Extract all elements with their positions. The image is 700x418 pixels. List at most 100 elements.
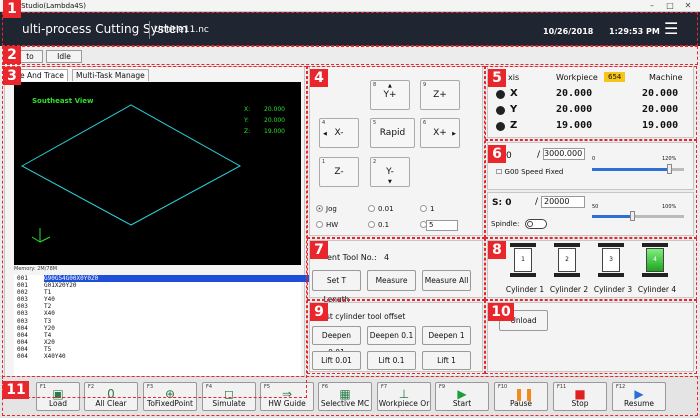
tool-no-label: ent Tool No.: — [327, 253, 377, 262]
cylinder-4-icon[interactable]: 4 — [642, 243, 668, 283]
radio-circle-icon — [368, 205, 375, 212]
fkey-f7-button[interactable]: F7 ⊥ Workpiece Or — [377, 382, 431, 411]
gcode-line[interactable]: 003 X40 — [14, 310, 301, 317]
fkey-f6-button[interactable]: F6 ▦ Selective MC — [318, 382, 372, 411]
g00-checkbox[interactable]: ☐ G00 Speed Fixed — [496, 168, 563, 176]
fkey-f9-button[interactable]: F9 ▶ Start — [435, 382, 489, 411]
jog-y-minus-button[interactable]: 2 Y- ▼ — [370, 157, 410, 187]
jog-x-minus-button[interactable]: 4 X- ◀ — [319, 118, 359, 148]
tab-trace[interactable]: e And Trace — [16, 69, 68, 81]
jog-key-number: 1 — [322, 159, 326, 165]
cylinder-base — [642, 273, 668, 277]
step-option-0-01[interactable]: 0.01 — [368, 204, 394, 214]
fkey-f11-button[interactable]: F11 ■ Stop — [553, 382, 607, 411]
deepen-1-button[interactable]: Deepen 1 — [422, 326, 471, 345]
feed-slider[interactable] — [592, 164, 684, 174]
fkey-f12-button[interactable]: F12 ▶ Resume — [612, 382, 666, 411]
axis-y-machine: 20.000 — [642, 104, 679, 115]
gcode-line[interactable]: 001 G01X20Y20 — [14, 282, 301, 289]
gcode-line[interactable]: 004 X40Y40 — [14, 353, 301, 360]
cylinder-2-icon[interactable]: 2 — [554, 243, 580, 283]
jog-rapid-button[interactable]: 5 Rapid — [370, 118, 415, 148]
gcode-line[interactable]: 004 Y20 — [14, 325, 301, 332]
fkey-label: Resume — [623, 399, 655, 408]
gcode-line[interactable]: 003 T3 — [14, 318, 301, 325]
cylinder-1-icon[interactable]: 1 — [510, 243, 536, 283]
machine-header: Machine — [649, 73, 683, 82]
lift-0-1-button[interactable]: Lift 0.1 — [367, 351, 416, 370]
custom-step-input[interactable]: 5 — [426, 220, 458, 231]
jog-key-number: 8 — [373, 82, 377, 88]
cylinder-base — [598, 273, 624, 277]
spindle-speed-input[interactable]: 20000 — [541, 196, 585, 208]
spindle-slider[interactable] — [592, 211, 684, 221]
axis-z-label: Z — [510, 120, 518, 131]
step-option-label: 1 — [430, 205, 435, 213]
gcode-line-number: 002 — [17, 289, 28, 297]
set-tool-length-button[interactable]: Set T Length — [312, 270, 361, 304]
fkey-f2-button[interactable]: F2 0 All Clear — [84, 382, 138, 411]
radio-circle-icon — [316, 221, 323, 228]
minimize-icon[interactable]: – — [644, 0, 660, 12]
radio-circle-icon — [420, 205, 427, 212]
app-header: ulti-process Cutting System Untitle11.nc… — [0, 12, 700, 46]
gcode-line[interactable]: 002 T1 — [14, 289, 301, 296]
lift-0-01-button[interactable]: Lift 0.01 — [312, 351, 361, 370]
gcode-line-code: X40Y40 — [44, 353, 66, 361]
badge-5: 5 — [488, 69, 506, 87]
axis-z-machine: 19.000 — [642, 120, 679, 131]
fkey-label: Stop — [571, 399, 589, 408]
jog-key-number: 9 — [423, 82, 427, 88]
step-option-1[interactable]: 1 — [420, 204, 434, 214]
header-time: 1:29:53 PM — [609, 27, 660, 36]
cylinder-body: 3 — [602, 248, 620, 272]
step-option-label: 0.01 — [378, 205, 394, 213]
hamburger-menu-icon[interactable]: ☰ — [664, 21, 678, 37]
jog-x-plus-button[interactable]: 6 X+ ▶ — [420, 118, 460, 148]
toolpath-svg — [20, 104, 242, 243]
step-option-label: 0.1 — [378, 221, 390, 229]
feed-rate-input[interactable]: 3000.000 — [543, 148, 585, 160]
gcode-line[interactable]: 004 X20 — [14, 339, 301, 346]
gcode-line[interactable]: 003 Y40 — [14, 296, 301, 303]
step-option-0-1[interactable]: 0.1 — [368, 220, 389, 230]
deepen-0-1-button[interactable]: Deepen 0.1 — [367, 326, 416, 345]
measure-all-button[interactable]: Measure All — [422, 270, 471, 291]
gcode-line-number: 003 — [17, 296, 28, 304]
maximize-icon[interactable]: □ — [662, 0, 678, 12]
gcode-line-code: T3 — [44, 317, 52, 325]
lift-1-button[interactable]: Lift 1 — [422, 351, 471, 370]
window-title-bar: NcStudio(Lambda4S) – □ ✕ — [0, 0, 700, 12]
cylinder-3-label: Cylinder 3 — [593, 285, 633, 294]
jog-y-plus-button[interactable]: 8 Y+ ▲ — [370, 80, 410, 110]
spindle-slider-thumb[interactable] — [630, 211, 636, 221]
cylinder-3-icon[interactable]: 3 — [598, 243, 624, 283]
spindle-slider-min: 50 — [592, 204, 599, 210]
feed-panel — [487, 142, 694, 190]
spindle-panel — [487, 192, 694, 236]
step-option-hw[interactable]: HW — [316, 220, 338, 230]
measure-button[interactable]: Measure — [367, 270, 416, 291]
gcode-line[interactable]: 004 T4 — [14, 332, 301, 339]
file-name: Untitle11.nc — [154, 25, 209, 35]
gcode-line[interactable]: 004 T5 — [14, 346, 301, 353]
spindle-toggle[interactable] — [525, 219, 547, 229]
fkey-f3-button[interactable]: F3 ⊕ ToFixedPoint — [143, 382, 197, 411]
jog-z-plus-button[interactable]: 9 Z+ — [420, 80, 460, 110]
jog-z-minus-button[interactable]: 1 Z- — [319, 157, 359, 187]
tab-multi-task[interactable]: Multi-Task Manage — [72, 69, 149, 81]
fkey-f4-button[interactable]: F4 ◻ Simulate — [202, 382, 256, 411]
fkey-f10-button[interactable]: F10 ❚❚ Pause — [494, 382, 548, 411]
close-icon[interactable]: ✕ — [680, 0, 696, 12]
fkey-f5-button[interactable]: F5 ⇒ HW Guide — [260, 382, 314, 411]
gcode-line[interactable]: 003 T2 — [14, 303, 301, 310]
spindle-slider-fill — [592, 215, 634, 218]
axis-x-label: X — [510, 88, 518, 99]
trace-view[interactable]: Southeast View X: 20.000 Y: 20.000 Z: 19… — [14, 82, 301, 265]
jog-label: Y- — [386, 167, 394, 177]
mode-idle: Idle — [46, 50, 82, 63]
fkey-f1-button[interactable]: F1 ▣ Load — [36, 382, 80, 411]
step-option-jog[interactable]: Jog — [316, 204, 337, 214]
deepen-0-01-button[interactable]: Deepen 0.01 — [312, 326, 361, 357]
feed-slider-thumb[interactable] — [667, 164, 673, 174]
